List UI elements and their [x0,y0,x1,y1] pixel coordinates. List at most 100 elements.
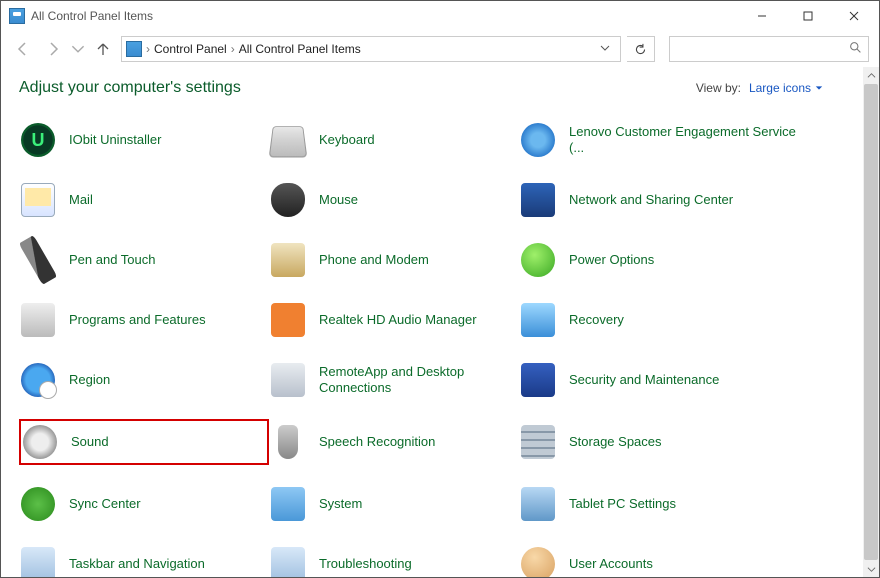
page-heading: Adjust your computer's settings [19,79,241,97]
item-power[interactable]: Power Options [519,239,819,281]
viewby-value: Large icons [749,81,811,95]
item-region-label: Region [69,372,110,388]
item-system[interactable]: System [269,483,519,525]
item-sync-label: Sync Center [69,496,141,512]
scrollbar[interactable] [863,67,879,577]
item-sound-icon [23,425,57,459]
close-button[interactable] [831,1,877,31]
item-mail-label: Mail [69,192,93,208]
item-iobit-label: IObit Uninstaller [69,132,161,148]
item-mouse[interactable]: Mouse [269,179,519,221]
item-speech-icon [271,425,305,459]
item-keyboard-icon [271,123,305,157]
item-lenovo[interactable]: Lenovo Customer Engagement Service (... [519,119,819,161]
item-network-label: Network and Sharing Center [569,192,733,208]
item-security-label: Security and Maintenance [569,372,719,388]
breadcrumb-leaf[interactable]: All Control Panel Items [239,42,361,56]
address-bar[interactable]: › Control Panel › All Control Panel Item… [121,36,621,62]
minimize-button[interactable] [739,1,785,31]
item-recovery-label: Recovery [569,312,624,328]
recent-dropdown[interactable] [71,37,85,61]
item-phone[interactable]: Phone and Modem [269,239,519,281]
items-grid: U IObit Uninstaller Keyboard Lenovo Custome… [19,119,863,577]
item-power-icon [521,243,555,277]
breadcrumb-icon [126,41,142,57]
item-sync[interactable]: Sync Center [19,483,269,525]
item-sound[interactable]: Sound [19,419,269,465]
scroll-up-icon[interactable] [863,67,879,83]
control-panel-icon [9,8,25,24]
maximize-button[interactable] [785,1,831,31]
title-bar: All Control Panel Items [1,1,879,31]
item-sync-icon [21,487,55,521]
item-lenovo-label: Lenovo Customer Engagement Service (... [569,124,813,157]
item-realtek[interactable]: Realtek HD Audio Manager [269,299,519,341]
nav-bar: › Control Panel › All Control Panel Item… [1,31,879,67]
item-mail[interactable]: Mail [19,179,269,221]
item-realtek-icon [271,303,305,337]
breadcrumb-sep: › [146,42,150,56]
item-region[interactable]: Region [19,359,269,401]
window-title: All Control Panel Items [31,9,739,23]
item-pen[interactable]: Pen and Touch [19,239,269,281]
item-realtek-label: Realtek HD Audio Manager [319,312,477,328]
item-remoteapp[interactable]: RemoteApp and Desktop Connections [269,359,519,401]
item-network[interactable]: Network and Sharing Center [519,179,819,221]
scroll-down-icon[interactable] [863,561,879,577]
item-trouble-label: Troubleshooting [319,556,412,572]
search-icon [849,41,862,57]
item-speech-label: Speech Recognition [319,434,435,450]
item-pen-icon [21,243,55,277]
item-programs-label: Programs and Features [69,312,206,328]
item-storage[interactable]: Storage Spaces [519,419,819,465]
item-taskbar-icon [21,547,55,577]
item-iobit[interactable]: U IObit Uninstaller [19,119,269,161]
forward-button[interactable] [41,37,65,61]
item-network-icon [521,183,555,217]
item-keyboard[interactable]: Keyboard [269,119,519,161]
item-tablet-label: Tablet PC Settings [569,496,676,512]
item-tablet-icon [521,487,555,521]
viewby-dropdown[interactable]: Large icons [749,81,823,95]
scroll-thumb[interactable] [864,84,878,560]
viewby-label: View by: [696,81,741,95]
item-remoteapp-icon [271,363,305,397]
item-trouble-icon [271,547,305,577]
item-recovery[interactable]: Recovery [519,299,819,341]
item-storage-label: Storage Spaces [569,434,662,450]
item-system-icon [271,487,305,521]
chevron-down-icon [815,84,823,92]
item-tablet[interactable]: Tablet PC Settings [519,483,819,525]
item-sound-label: Sound [71,434,109,450]
item-region-icon [21,363,55,397]
address-chevron-icon[interactable] [594,42,616,56]
item-users[interactable]: User Accounts [519,543,819,577]
item-mail-icon [21,183,55,217]
item-lenovo-icon [521,123,555,157]
item-security[interactable]: Security and Maintenance [519,359,819,401]
item-taskbar-label: Taskbar and Navigation [69,556,205,572]
item-users-label: User Accounts [569,556,653,572]
search-box[interactable] [669,36,869,62]
item-programs[interactable]: Programs and Features [19,299,269,341]
breadcrumb-sep2: › [231,42,235,56]
item-taskbar[interactable]: Taskbar and Navigation [19,543,269,577]
item-mouse-icon [271,183,305,217]
item-iobit-icon: U [21,123,55,157]
breadcrumb-root[interactable]: Control Panel [154,42,227,56]
item-recovery-icon [521,303,555,337]
item-phone-label: Phone and Modem [319,252,429,268]
item-trouble[interactable]: Troubleshooting [269,543,519,577]
up-button[interactable] [91,37,115,61]
item-phone-icon [271,243,305,277]
item-speech[interactable]: Speech Recognition [269,419,519,465]
item-system-label: System [319,496,362,512]
item-remoteapp-label: RemoteApp and Desktop Connections [319,364,513,397]
item-security-icon [521,363,555,397]
item-users-icon [521,547,555,577]
item-mouse-label: Mouse [319,192,358,208]
item-power-label: Power Options [569,252,654,268]
item-keyboard-label: Keyboard [319,132,375,148]
refresh-button[interactable] [627,36,655,62]
back-button[interactable] [11,37,35,61]
